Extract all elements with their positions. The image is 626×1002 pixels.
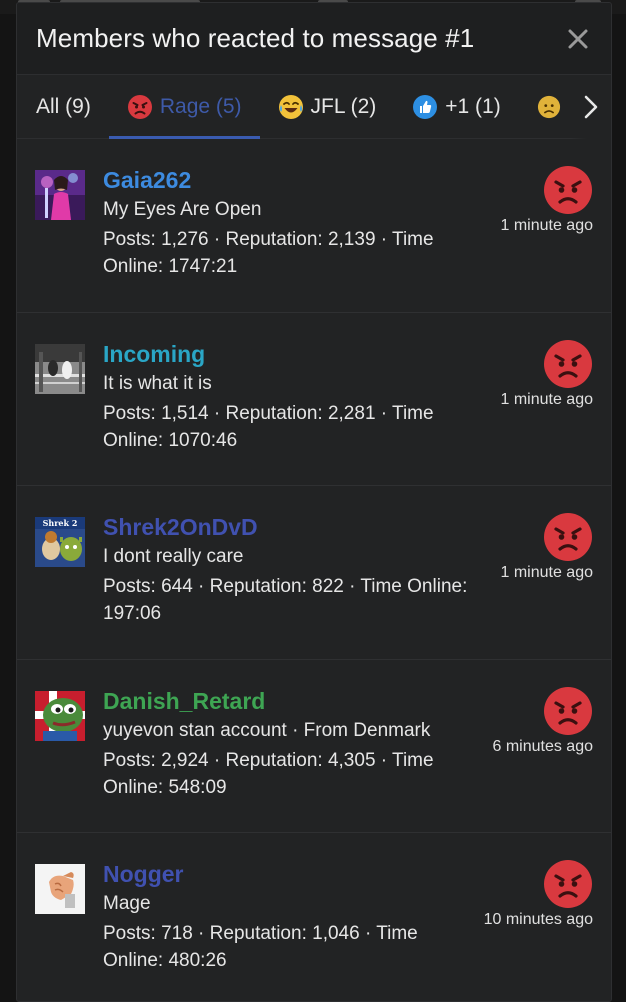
user-tagline: Mage <box>103 893 151 914</box>
member-info: Shrek2OnDvD I dont really care Posts: 64… <box>103 514 483 627</box>
avatar[interactable] <box>35 170 85 220</box>
reaction-time: 1 minute ago <box>500 390 593 408</box>
user-stats: Posts: 2,924 · Reputation: 4,305 · Time … <box>103 749 434 798</box>
tab-rage[interactable]: Rage (5) <box>108 75 260 139</box>
angry-face-icon <box>543 686 593 736</box>
user-stats: Posts: 1,514 · Reputation: 2,281 · Time … <box>103 402 434 451</box>
avatar[interactable] <box>35 343 85 394</box>
reaction-tabs: All (9) Rage (5) JFL (2) +1 (1) <box>17 75 611 139</box>
member-info: Danish_Retard yuyevon stan account · Fro… <box>103 688 483 801</box>
username-link[interactable]: Incoming <box>103 341 483 368</box>
sad-face-icon <box>537 95 561 119</box>
tabs-scroll-next-button[interactable] <box>571 75 611 139</box>
list-item: Danish_Retard yuyevon stan account · Fro… <box>17 659 611 833</box>
user-stats: Posts: 718 · Reputation: 1,046 · Time On… <box>103 923 418 971</box>
close-icon <box>568 29 588 48</box>
avatar[interactable] <box>35 864 85 914</box>
member-info: Nogger Mage Posts: 718 · Reputation: 1,0… <box>103 861 483 974</box>
svg-text:Shrek 2: Shrek 2 <box>43 518 78 528</box>
angry-face-icon <box>543 859 593 909</box>
avatar[interactable] <box>35 690 85 741</box>
user-tagline: It is what it is <box>103 372 212 394</box>
list-item: Incoming It is what it is Posts: 1,514 ·… <box>17 312 611 486</box>
username-link[interactable]: Danish_Retard <box>103 688 483 715</box>
username-link[interactable]: Nogger <box>103 861 483 888</box>
tab-jfl[interactable]: JFL (2) <box>260 75 395 138</box>
tab-label: +1 (1) <box>445 94 501 118</box>
username-link[interactable]: Shrek2OnDvD <box>103 514 483 541</box>
list-item: Gaia262 My Eyes Are Open Posts: 1,276 · … <box>17 139 611 313</box>
list-item: Shrek 2 Shrek2OnDvD I dont really care P… <box>17 486 611 660</box>
tab-label: All (9) <box>36 94 91 118</box>
laughing-crying-face-icon <box>278 94 304 120</box>
user-tagline: My Eyes Are Open <box>103 199 262 220</box>
tab-plus-one[interactable]: +1 (1) <box>394 75 518 138</box>
user-tagline: I dont really care <box>103 546 244 567</box>
avatar[interactable]: Shrek 2 <box>35 517 85 567</box>
member-info: Gaia262 My Eyes Are Open Posts: 1,276 · … <box>103 167 483 280</box>
dialog-title: Members who reacted to message #1 <box>36 23 475 53</box>
reaction-time: 1 minute ago <box>500 564 593 581</box>
user-tagline: yuyevon stan account · From Denmark <box>103 719 431 741</box>
angry-face-icon <box>543 512 593 562</box>
thumbs-up-icon <box>412 94 438 120</box>
chevron-right-icon <box>584 95 598 119</box>
member-list: Gaia262 My Eyes Are Open Posts: 1,276 · … <box>17 139 611 1001</box>
reaction-time: 10 minutes ago <box>483 911 593 928</box>
reaction-time: 1 minute ago <box>500 217 593 234</box>
angry-face-icon <box>543 339 593 389</box>
tab-label: Rage (5) <box>159 94 242 118</box>
reactions-dialog: Members who reacted to message #1 All (9… <box>16 2 612 1002</box>
list-item: Nogger Mage Posts: 718 · Reputation: 1,0… <box>17 833 611 1001</box>
username-link[interactable]: Gaia262 <box>103 167 483 194</box>
user-stats: Posts: 1,276 · Reputation: 2,139 · Time … <box>103 229 434 277</box>
close-button[interactable] <box>563 24 593 54</box>
dialog-header: Members who reacted to message #1 <box>17 3 611 75</box>
tab-all[interactable]: All (9) <box>17 75 109 138</box>
angry-face-icon <box>543 165 593 215</box>
user-stats: Posts: 644 · Reputation: 822 · Time Onli… <box>103 576 468 624</box>
member-info: Incoming It is what it is Posts: 1,514 ·… <box>103 341 483 454</box>
angry-face-icon <box>127 94 153 120</box>
tab-label: JFL (2) <box>310 94 377 118</box>
reaction-time: 6 minutes ago <box>492 737 593 755</box>
